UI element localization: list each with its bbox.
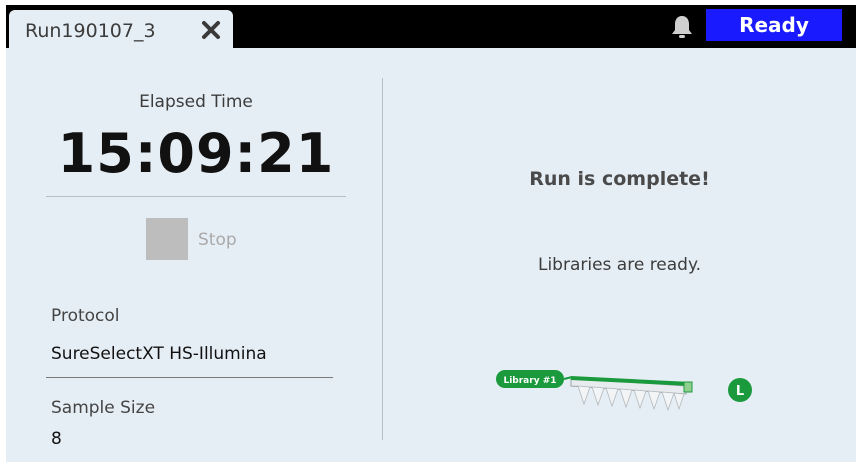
run-complete-message: Run is complete!	[529, 168, 710, 190]
stop-label[interactable]: Stop	[198, 230, 237, 250]
library-tag: Library #1	[496, 370, 573, 388]
sample-size-value: 8	[51, 429, 62, 449]
location-badge-label: L	[736, 384, 744, 399]
elapsed-time-value: 15:09:21	[57, 122, 335, 185]
protocol-value: SureSelectXT HS-Illumina	[51, 344, 267, 364]
stop-button[interactable]	[146, 218, 188, 260]
strip-tubes	[570, 376, 693, 412]
libraries-ready-message: Libraries are ready.	[537, 255, 702, 275]
app-window: Run190107_3 Ready Elapsed Time 15:09:21 …	[6, 5, 856, 462]
protocol-label: Protocol	[51, 306, 120, 326]
library-tag-label: Library #1	[503, 376, 556, 386]
top-bar: Run190107_3 Ready	[6, 5, 856, 48]
bell-icon[interactable]	[670, 14, 694, 40]
divider	[46, 196, 346, 197]
tab-run[interactable]: Run190107_3	[9, 10, 233, 48]
divider	[46, 377, 333, 378]
status-badge: Ready	[706, 9, 842, 41]
library-strip-graphic: Library #1 L	[496, 370, 752, 412]
sample-size-label: Sample Size	[51, 398, 156, 418]
run-panel: Elapsed Time 15:09:21 Stop Protocol Sure…	[6, 48, 856, 462]
close-icon[interactable]	[199, 18, 223, 42]
elapsed-time-label: Elapsed Time	[139, 92, 253, 112]
location-badge: L	[728, 378, 752, 402]
tab-title: Run190107_3	[25, 20, 156, 42]
